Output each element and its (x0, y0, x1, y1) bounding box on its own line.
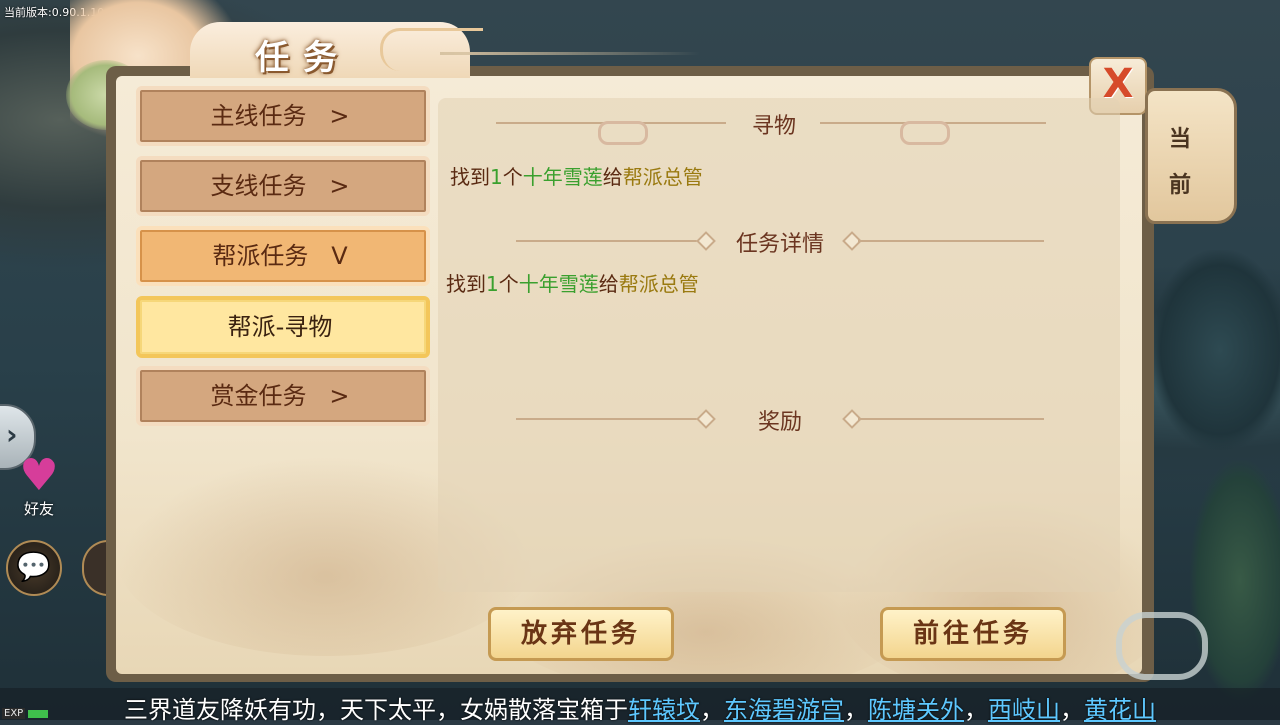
exp-bar (28, 710, 48, 718)
reward-title: 奖励 (757, 410, 802, 435)
background-rock (1150, 250, 1280, 450)
scroll-decoration (598, 121, 648, 145)
title-divider (440, 52, 700, 55)
chevron-right-icon: > (329, 172, 350, 200)
divider (858, 418, 1044, 420)
cloud-swirl-decoration (380, 28, 483, 71)
details-text: 找到1个十年雪莲给帮派总管 (446, 272, 699, 296)
nav-side-quests[interactable]: 支线任务 > (136, 156, 430, 216)
goto-quest-button[interactable]: 前往任务 (880, 607, 1066, 661)
tab-current-char: 前 (1168, 173, 1191, 198)
abandon-quest-label: 放弃任务 (520, 619, 641, 649)
chevron-down-icon: V (331, 242, 348, 270)
quest-npc-link[interactable]: 帮派总管 (619, 272, 699, 296)
panel-title: 任务 (255, 38, 351, 78)
friends-button[interactable]: ♥ 好友 (6, 450, 72, 522)
friends-label: 好友 (23, 500, 54, 518)
nav-label: 帮派-寻物 (227, 313, 333, 341)
objective-title: 寻物 (751, 114, 796, 139)
details-title: 任务详情 (735, 232, 824, 257)
goto-quest-label: 前往任务 (912, 619, 1033, 649)
nav-label: 帮派任务 (212, 242, 309, 270)
nav-label: 赏金任务 (210, 382, 307, 410)
scroll-decoration (900, 121, 950, 145)
quest-item-link[interactable]: 十年雪莲 (523, 165, 603, 189)
nav-guild-search-quest[interactable]: 帮派-寻物 (136, 296, 430, 358)
divider (516, 418, 702, 420)
divider (516, 240, 702, 242)
tab-current[interactable]: 当 前 (1145, 88, 1237, 224)
nav-main-quests[interactable]: 主线任务 > (136, 86, 430, 146)
abandon-quest-button[interactable]: 放弃任务 (488, 607, 674, 661)
chevron-right-icon: > (329, 382, 350, 410)
quest-npc-link[interactable]: 帮派总管 (623, 165, 703, 189)
chat-button[interactable]: 💬 (6, 540, 62, 596)
nav-bounty-quests[interactable]: 赏金任务 > (136, 366, 430, 426)
tab-current-char: 当 (1168, 127, 1191, 152)
heart-icon: ♥ (19, 450, 59, 501)
chevron-right-icon: > (329, 102, 350, 130)
announcement-ticker: 三界道友降妖有功，天下太平，女娲散落宝箱于轩辕坟，东海碧游宫，陈塘关外，西岐山，… (0, 688, 1280, 724)
quest-item-link[interactable]: 十年雪莲 (519, 272, 599, 296)
divider (858, 240, 1044, 242)
nav-label: 主线任务 (210, 102, 307, 130)
exp-label: EXP (2, 708, 26, 719)
nav-label: 支线任务 (210, 172, 307, 200)
cloud-decoration (1116, 612, 1208, 680)
chevron-right-icon: › (6, 418, 18, 451)
chat-bubble-icon: 💬 (16, 550, 51, 583)
objective-text: 找到1个十年雪莲给帮派总管 (450, 165, 703, 189)
nav-guild-quests[interactable]: 帮派任务 V (136, 226, 430, 286)
